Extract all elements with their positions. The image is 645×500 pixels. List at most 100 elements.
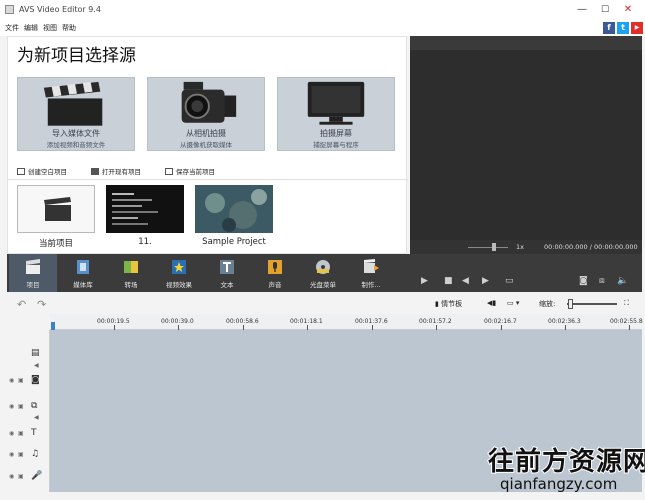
ruler-time-label: 00:01:18.1	[290, 318, 323, 325]
recent-project-label: 当前项目	[38, 239, 73, 249]
recent-project-thumb[interactable]	[195, 185, 273, 233]
aspect-ratio-dropdown[interactable]: ▭ ▾	[507, 299, 519, 307]
tool-label: 视频效果	[166, 281, 192, 289]
playhead[interactable]	[51, 322, 55, 330]
visibility-icon[interactable]: ◉	[9, 473, 14, 480]
tool-transitions[interactable]: 转场	[107, 254, 155, 292]
snapshot-icon[interactable]: ◙	[579, 276, 588, 286]
voice-track-icon: 🎤	[31, 471, 43, 481]
tile-sublabel: 添加视频和音频文件	[46, 141, 106, 149]
speed-value: 1x	[516, 243, 524, 251]
save-icon	[165, 168, 173, 175]
twitter-icon[interactable]: t	[617, 22, 629, 34]
speed-slider-knob[interactable]	[492, 243, 496, 251]
tool-label: 光盘菜单	[310, 281, 336, 289]
text-track-icon: T	[31, 428, 37, 438]
ruler-time-label: 00:01:37.6	[355, 318, 388, 325]
zoom-slider[interactable]	[567, 303, 617, 305]
clapperboard-icon	[26, 259, 40, 274]
timeline-ruler[interactable]: 00:00:19.5 00:00:39.0 00:00:58.6 00:01:1…	[50, 314, 643, 330]
menu-file[interactable]: 文件	[5, 23, 19, 33]
tool-media-library[interactable]: 媒体库	[59, 254, 107, 292]
storyboard-button[interactable]: ▮ 情节板	[435, 299, 462, 309]
facebook-icon[interactable]: f	[603, 22, 615, 34]
undo-icon[interactable]: ↶	[17, 298, 26, 311]
title-bar: AVS Video Editor 9.4 — ☐ ✕	[0, 0, 645, 20]
tool-produce[interactable]: 制作...	[347, 254, 395, 292]
folder-icon	[91, 168, 99, 175]
underwater-photo-thumb	[195, 185, 273, 233]
prev-frame-icon[interactable]: ◀	[462, 276, 469, 286]
track-headers: ▤ ◀ ◉ ▣ ◙ ◉ ▣ ⧉ ◀ ◉ ▣ T ◉ ▣ ♫ ◉ ▣ 🎤	[7, 330, 50, 492]
divider	[8, 179, 408, 180]
audio-split-icon[interactable]: ◀▮	[487, 299, 496, 307]
music-track-icon: ♫	[31, 449, 40, 459]
visibility-icon[interactable]: ◉	[9, 451, 14, 458]
lock-icon[interactable]: ▣	[18, 430, 24, 437]
tool-disc-menu[interactable]: 光盘菜单	[299, 254, 347, 292]
visibility-icon[interactable]: ◉	[9, 403, 14, 410]
document-icon	[17, 168, 25, 175]
transition-icon	[124, 261, 138, 273]
lock-icon[interactable]: ▣	[18, 473, 24, 480]
menu-bar: 文件 编辑 视图 帮助 f t ▶	[0, 20, 645, 36]
import-media-tile[interactable]: 导入媒体文件 添加视频和音频文件	[17, 77, 135, 151]
youtube-icon[interactable]: ▶	[631, 22, 643, 34]
arrow-icon: ◀	[34, 362, 39, 369]
minimize-button[interactable]: —	[573, 3, 591, 17]
split-icon[interactable]: ⧈	[599, 276, 605, 286]
timecode: 00:00:00.000 / 00:00:00.000	[544, 243, 638, 251]
recent-project-thumb[interactable]	[106, 185, 184, 233]
speed-slider[interactable]	[468, 247, 508, 248]
tool-project[interactable]: 项目	[9, 254, 57, 292]
disc-icon	[316, 260, 330, 274]
visibility-icon[interactable]: ◉	[9, 377, 14, 384]
close-button[interactable]: ✕	[619, 3, 637, 17]
maximize-button[interactable]: ☐	[596, 3, 614, 17]
menu-view[interactable]: 视图	[43, 23, 57, 33]
menu-help[interactable]: 帮助	[62, 23, 76, 33]
tool-label: 文本	[220, 281, 234, 289]
timeline-toolbar: ↶ ↷ ▮ 情节板 ◀▮ ▭ ▾ 缩放: ⛶	[7, 294, 642, 314]
microphone-icon	[268, 260, 282, 274]
lock-icon[interactable]: ▣	[18, 403, 24, 410]
video-track-icon: ▤	[31, 348, 40, 358]
ruler-time-label: 00:02:55.8	[610, 318, 643, 325]
tool-text[interactable]: 文本	[203, 254, 251, 292]
lock-icon[interactable]: ▣	[18, 451, 24, 458]
recent-project-label: Sample Project	[202, 237, 266, 247]
ruler-time-label: 00:01:57.2	[419, 318, 452, 325]
fullscreen-toggle-icon[interactable]: ▭	[505, 276, 514, 286]
tool-label: 项目	[26, 281, 40, 289]
save-project-link[interactable]: 保存当前项目	[165, 166, 215, 176]
capture-screen-tile[interactable]: 拍摄屏幕 捕捉屏幕与程序	[277, 77, 395, 151]
visibility-icon[interactable]: ◉	[9, 430, 14, 437]
tool-label: 声音	[268, 281, 282, 289]
zoom-slider-knob[interactable]	[568, 299, 573, 309]
recent-project-label: 11.	[138, 237, 152, 247]
recent-project-thumb[interactable]	[17, 185, 95, 233]
open-project-link[interactable]: 打开现有项目	[91, 166, 141, 176]
menu-edit[interactable]: 编辑	[24, 23, 38, 33]
start-panel: 为新项目选择源 导入媒体文件 添加视频和音频文件 从相机拍摄 从摄像机获取媒体	[7, 36, 408, 254]
tool-label: 转场	[124, 281, 138, 289]
action-label: 创建空白项目	[28, 168, 67, 176]
tool-label: 媒体库	[73, 281, 93, 289]
redo-icon[interactable]: ↷	[37, 298, 46, 311]
new-blank-project-link[interactable]: 创建空白项目	[17, 166, 67, 176]
tool-video-effects[interactable]: 视频效果	[155, 254, 203, 292]
volume-icon[interactable]: 🔈	[617, 276, 628, 286]
action-label: 打开现有项目	[102, 168, 141, 176]
play-icon[interactable]: ▶	[421, 276, 428, 286]
tile-label: 拍摄屏幕	[320, 129, 352, 138]
lock-icon[interactable]: ▣	[18, 377, 24, 384]
capture-camera-tile[interactable]: 从相机拍摄 从摄像机获取媒体	[147, 77, 265, 151]
fit-to-window-icon[interactable]: ⛶	[624, 299, 629, 308]
clapperboard-icon	[44, 197, 71, 221]
stop-icon[interactable]: ■	[444, 276, 453, 286]
next-frame-icon[interactable]: ▶	[482, 276, 489, 286]
film-icon	[77, 260, 89, 274]
zoom-label: 缩放:	[539, 300, 556, 308]
tool-audio[interactable]: 声音	[251, 254, 299, 292]
overlay-track-icon: ⧉	[31, 401, 38, 411]
